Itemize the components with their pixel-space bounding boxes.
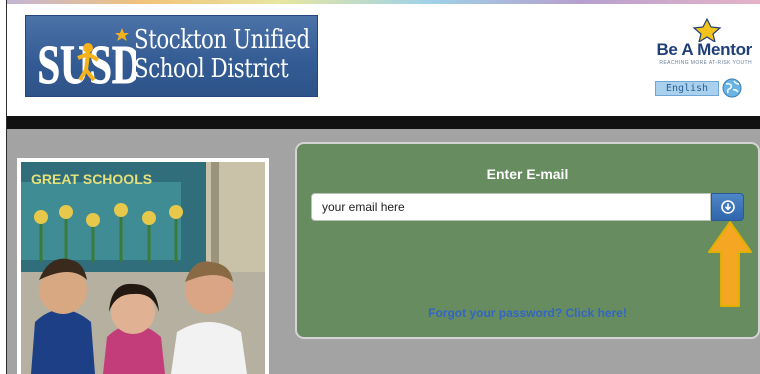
mentor-tagline: REACHING MORE AT-RISK YOUTH xyxy=(659,60,752,66)
submit-email-button[interactable] xyxy=(711,193,744,221)
susd-logo-mark: SUSD xyxy=(37,28,136,88)
sign-text: GREAT SCHOOLS xyxy=(31,171,152,187)
up-arrow-icon xyxy=(708,221,752,307)
mentor-star-icon xyxy=(692,18,722,42)
language-button[interactable]: English xyxy=(655,80,719,96)
logo-figure-head-icon xyxy=(83,43,93,53)
photo-frame: GREAT SCHOOLS xyxy=(17,158,269,374)
language-selector: English xyxy=(655,77,742,99)
be-a-mentor-logo[interactable]: Be A Mentor REACHING MORE AT-RISK YOUTH xyxy=(642,18,752,70)
login-title: Enter E-mail xyxy=(486,166,569,182)
login-panel: Enter E-mail Forgot your password? Click… xyxy=(295,142,760,339)
mentor-title: Be A Mentor xyxy=(656,40,752,59)
susd-logo[interactable]: SUSD Stockton Unified School District xyxy=(25,15,318,97)
logo-text: Stockton Unified School District xyxy=(134,26,310,84)
students-photo: GREAT SCHOOLS xyxy=(21,162,265,374)
logo-line-1: Stockton Unified xyxy=(134,25,310,55)
forgot-password-link[interactable]: Forgot your password? Click here! xyxy=(297,306,758,320)
arrow-down-circle-icon xyxy=(720,200,735,214)
nav-bar xyxy=(7,116,760,129)
email-input[interactable] xyxy=(311,193,711,221)
site-header: SUSD Stockton Unified School District Be… xyxy=(7,4,760,114)
logo-line-2: School District xyxy=(134,54,289,84)
globe-icon[interactable] xyxy=(722,78,742,98)
